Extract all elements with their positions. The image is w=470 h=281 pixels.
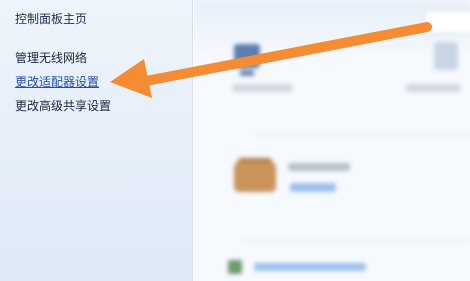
settings-link[interactable] [254,263,366,271]
section-divider [244,240,470,241]
network-name [288,163,350,171]
blurred-content [194,0,470,281]
change-advanced-sharing-settings-link[interactable]: 更改高级共享设置 [15,97,111,114]
control-panel-home-link[interactable]: 控制面板主页 [15,10,87,27]
manage-wireless-networks-link[interactable]: 管理无线网络 [15,49,87,66]
section-divider [256,134,470,135]
computer-caption [232,84,292,92]
computer-icon-base [240,70,254,76]
network-type-link[interactable] [290,183,336,192]
search-box[interactable] [424,10,470,34]
network-icon [434,42,458,70]
settings-icon [228,260,242,274]
change-adapter-settings-link[interactable]: 更改适配器设置 [15,73,99,90]
network-caption [406,84,460,92]
network-location-icon [234,162,276,192]
main-content-pane [194,0,470,281]
left-nav-pane: 控制面板主页 管理无线网络 更改适配器设置 更改高级共享设置 [0,0,193,281]
computer-icon [234,44,260,68]
